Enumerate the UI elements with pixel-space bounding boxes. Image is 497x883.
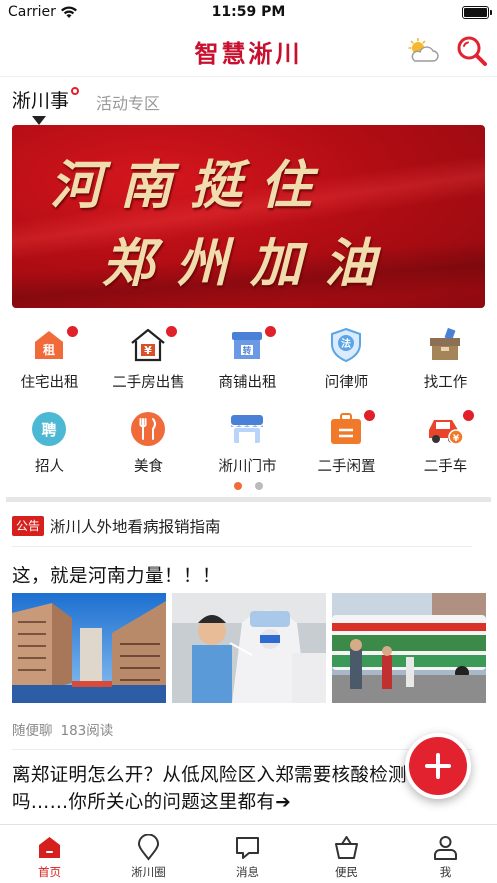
food-icon [131, 412, 165, 446]
unread-dot [71, 87, 80, 95]
battery-icon [462, 6, 492, 19]
shop-rent-icon: 转 [232, 332, 262, 359]
status-bar: Carrier 11:59 PM [0, 0, 497, 26]
article-meta: 随便聊 183阅读 [12, 719, 113, 739]
person-icon [434, 836, 457, 860]
tab-activities[interactable]: 活动专区 [96, 90, 160, 114]
grid-item-house-rent[interactable]: 租 住宅出租 [0, 320, 99, 398]
banner-carousel[interactable]: 河南挺住 郑州加油 [12, 125, 485, 308]
divider [12, 546, 472, 547]
tabbar-label: 淅川圈 [131, 865, 166, 879]
grid-item-lawyer[interactable]: 法 问律师 [297, 320, 396, 398]
svg-text:¥: ¥ [144, 344, 152, 357]
tab-label: 淅川事 [12, 90, 70, 112]
grid-label: 招人 [35, 459, 64, 475]
grid-label: 美食 [134, 459, 163, 475]
new-badge [463, 410, 474, 421]
active-tab-indicator [32, 116, 46, 125]
tabbar-home[interactable]: 首页 [0, 825, 99, 883]
new-badge [364, 410, 375, 421]
app-header: 智慧淅川 [0, 26, 497, 76]
section-divider [6, 497, 491, 502]
svg-text:转: 转 [243, 346, 252, 357]
create-post-button[interactable] [405, 733, 471, 799]
lawyer-icon: 法 [331, 327, 361, 363]
tabbar-label: 我 [439, 865, 452, 879]
storefront-icon [231, 415, 263, 443]
announcement-tag: 公告 [12, 516, 45, 536]
announcement-text: 淅川人外地看病报销指南 [50, 518, 221, 536]
banner-line-2: 郑州加油 [102, 233, 399, 294]
svg-text:租: 租 [43, 343, 55, 357]
article-image-2[interactable] [172, 593, 326, 703]
tabbar-services[interactable]: 便民 [297, 825, 396, 883]
new-badge [166, 326, 177, 337]
announcement-bar[interactable]: 公告 淅川人外地看病报销指南 [12, 513, 485, 541]
tabbar-label: 首页 [38, 865, 61, 879]
grid-label: 找工作 [423, 375, 468, 391]
grid-item-secondhand[interactable]: 二手闲置 [297, 404, 396, 482]
tabbar-messages[interactable]: 消息 [198, 825, 297, 883]
grid-item-car[interactable]: ¥ 二手车 [396, 404, 495, 482]
article-title[interactable]: 这，就是河南力量！！！ [12, 562, 221, 588]
shopping-bag-icon [335, 836, 358, 859]
home-icon [39, 837, 60, 858]
tabbar-label: 消息 [236, 865, 259, 879]
article-source[interactable]: 随便聊 [12, 723, 53, 739]
svg-text:聘: 聘 [41, 421, 56, 439]
grid-pager [0, 482, 497, 490]
grid-label: 二手车 [423, 459, 468, 475]
tabbar-circle[interactable]: 淅川圈 [99, 825, 198, 883]
grid-item-shop-rent[interactable]: 转 商铺出租 [198, 320, 297, 398]
recruit-icon: 聘 [32, 412, 66, 446]
article-image-3[interactable] [332, 593, 486, 703]
weather-icon[interactable] [406, 38, 440, 64]
article-image-1[interactable] [12, 593, 166, 703]
covid-test-image [172, 593, 326, 703]
pager-dot-active[interactable] [234, 482, 242, 490]
new-badge [67, 326, 78, 337]
grid-item-food[interactable]: 美食 [99, 404, 198, 482]
clock: 11:59 PM [211, 4, 286, 20]
read-count: 183阅读 [60, 723, 114, 739]
bottom-tab-bar: 首页 淅川圈 消息 便民 我 [0, 824, 497, 883]
house-sale-icon: ¥ [131, 328, 165, 362]
tab-xichuan-news[interactable]: 淅川事 [12, 86, 80, 125]
grid-label: 淅川门市 [218, 459, 277, 475]
tabbar-label: 便民 [335, 865, 358, 879]
banner-line-1: 河南挺住 [50, 155, 331, 216]
city-buildings-image [12, 593, 166, 703]
divider [12, 749, 472, 750]
grid-label: 二手房出售 [112, 375, 185, 391]
search-icon[interactable] [455, 34, 489, 68]
category-tabs: 淅川事 活动专区 [0, 82, 497, 125]
message-icon [236, 837, 259, 859]
testing-bus-image [332, 593, 486, 703]
house-rent-icon: 租 [35, 331, 63, 359]
new-badge [265, 326, 276, 337]
header-divider [0, 76, 497, 77]
grid-label: 二手闲置 [317, 459, 376, 475]
grid-label: 商铺出租 [218, 375, 277, 391]
job-icon [430, 327, 460, 360]
grid-item-recruit[interactable]: 聘 招人 [0, 404, 99, 482]
secondhand-icon [331, 413, 361, 444]
pager-dot[interactable] [255, 482, 263, 490]
svg-text:法: 法 [341, 337, 351, 350]
grid-item-storefront[interactable]: 淅川门市 [198, 404, 297, 482]
svg-text:¥: ¥ [453, 434, 460, 444]
tabbar-me[interactable]: 我 [396, 825, 495, 883]
car-icon: ¥ [429, 420, 464, 445]
grid-item-job[interactable]: 找工作 [396, 320, 495, 398]
grid-label: 问律师 [324, 375, 369, 391]
location-pin-icon [137, 834, 160, 861]
grid-label: 住宅出租 [20, 375, 79, 391]
grid-item-house-sale[interactable]: ¥ 二手房出售 [99, 320, 198, 398]
